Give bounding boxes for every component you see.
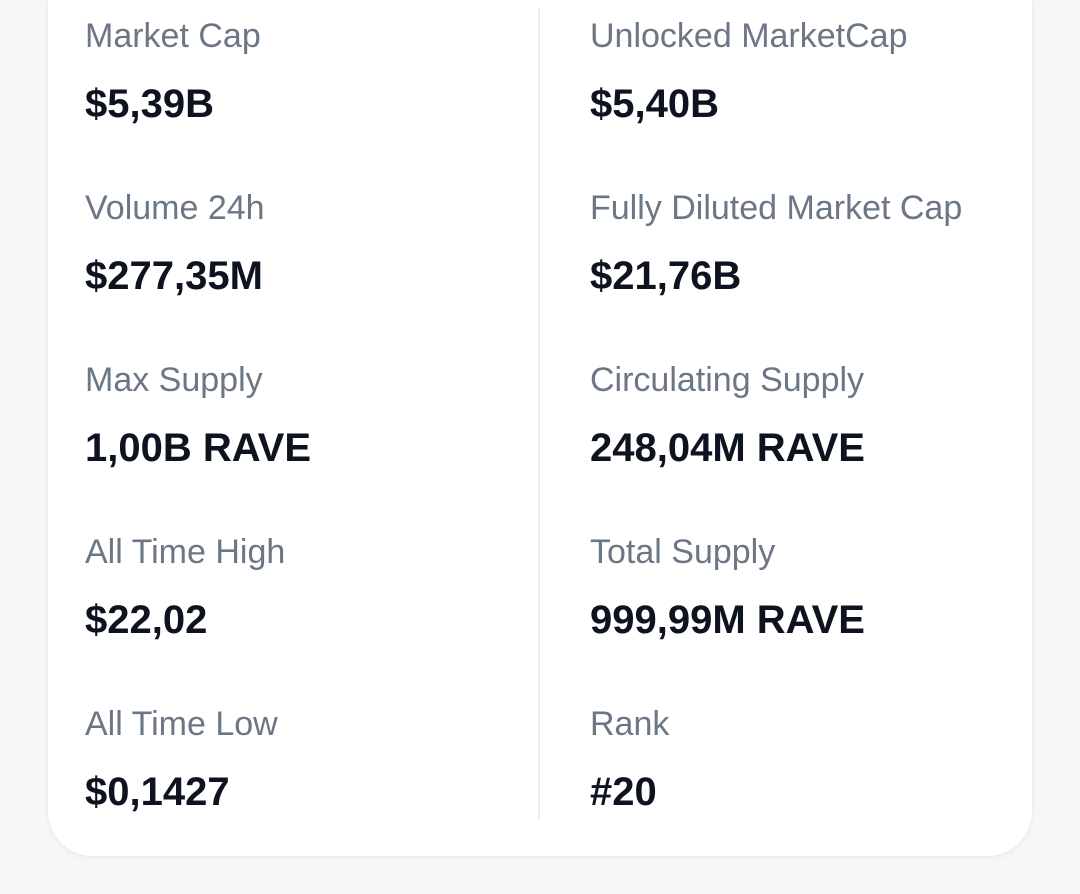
stat-label: Circulating Supply (590, 361, 865, 399)
stat-value: 999,99M RAVE (590, 598, 865, 642)
stat-label: All Time Low (85, 705, 278, 743)
stat-label: Max Supply (85, 361, 263, 399)
stat-label: Unlocked MarketCap (590, 17, 908, 55)
stat-value: #20 (590, 770, 657, 814)
column-divider (538, 8, 540, 820)
stat-label: Fully Diluted Market Cap (590, 189, 963, 227)
stat-value: $277,35M (85, 254, 263, 298)
stat-label: Volume 24h (85, 189, 265, 227)
stat-value: $21,76B (590, 254, 742, 298)
stat-value: 248,04M RAVE (590, 426, 865, 470)
stat-value: $5,40B (590, 82, 719, 126)
stat-value: $22,02 (85, 598, 208, 642)
stat-label: All Time High (85, 533, 286, 571)
stat-value: 1,00B RAVE (85, 426, 312, 470)
token-stats-card: Market Cap $5,39B Volume 24h $277,35M Ma… (48, 0, 1032, 856)
stat-label: Total Supply (590, 533, 776, 571)
stat-value: $5,39B (85, 82, 214, 126)
stat-label: Rank (590, 705, 670, 743)
stat-value: $0,1427 (85, 770, 230, 814)
stat-label: Market Cap (85, 17, 261, 55)
